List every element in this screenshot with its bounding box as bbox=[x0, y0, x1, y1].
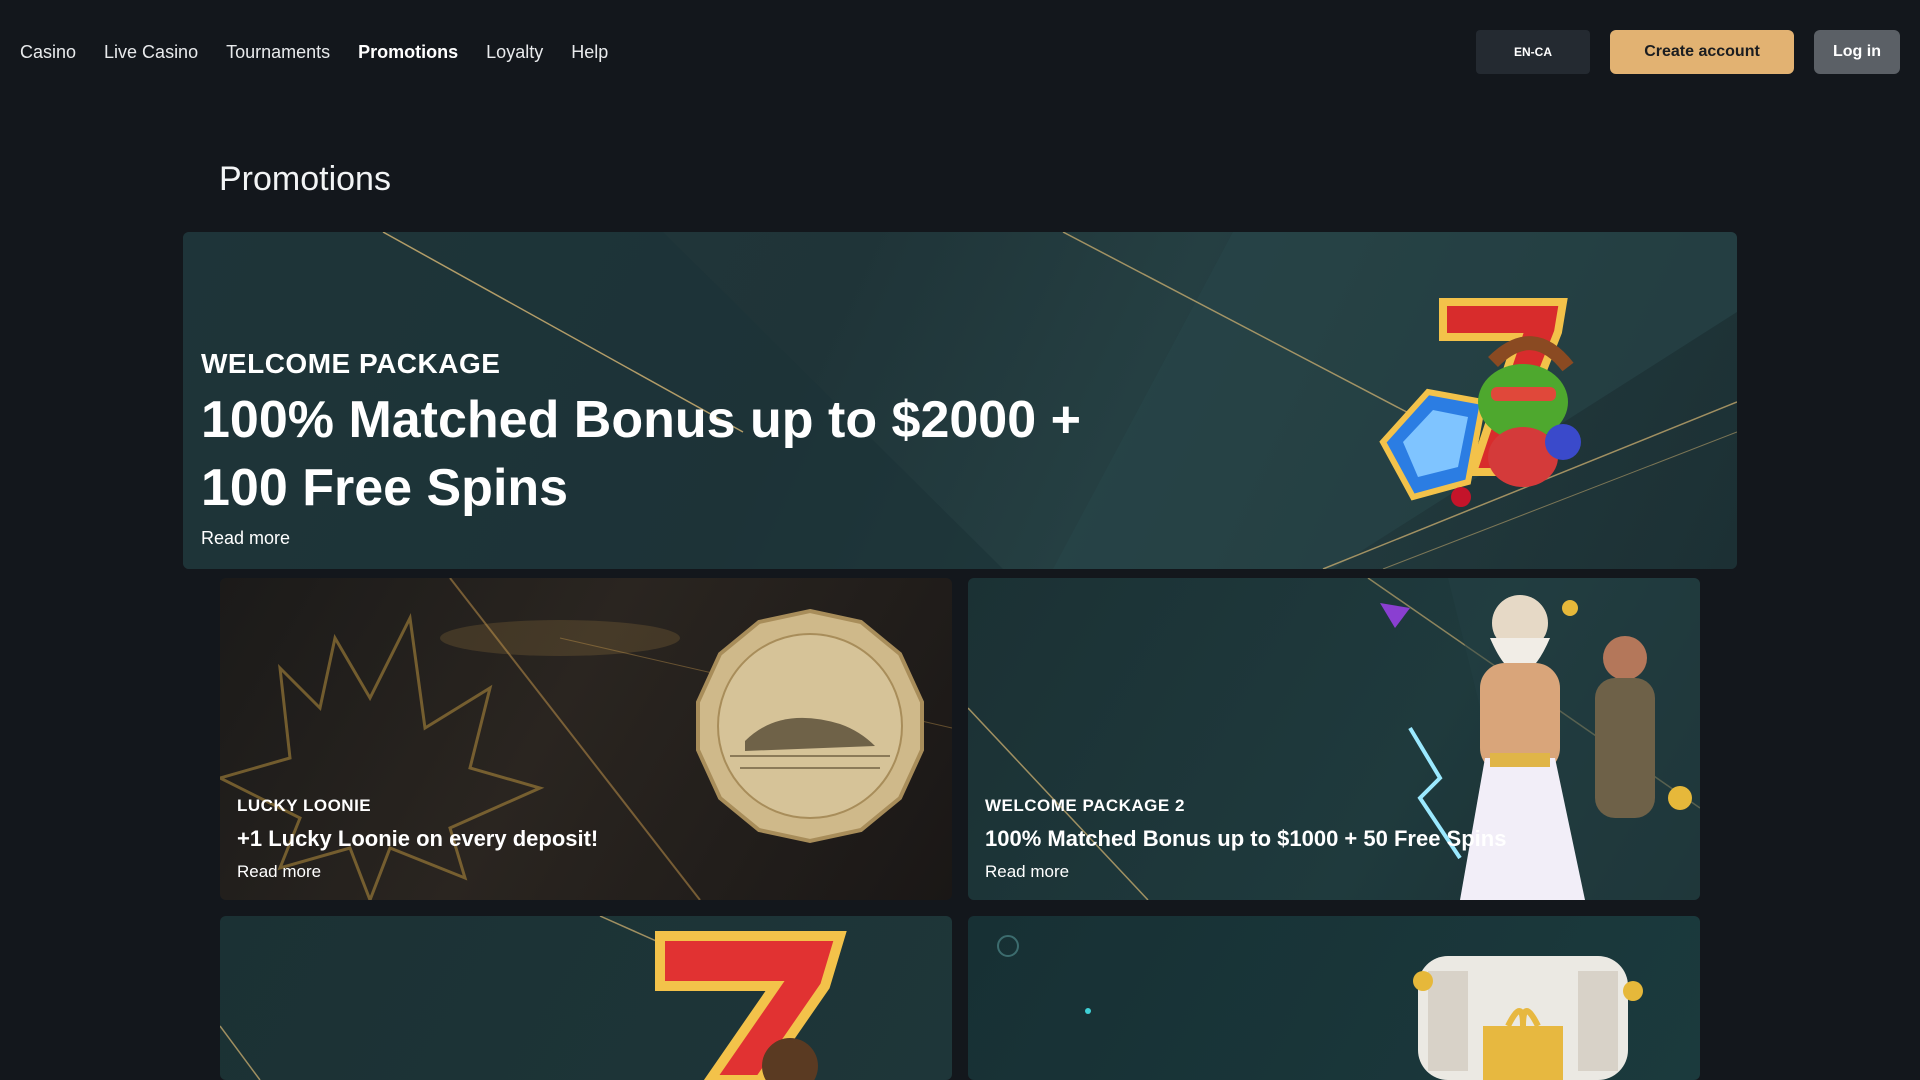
read-more-link[interactable]: Read more bbox=[237, 862, 598, 882]
nav-live-casino[interactable]: Live Casino bbox=[104, 40, 198, 64]
promo-card-welcome-package[interactable]: WELCOME PACKAGE 100% Matched Bonus up to… bbox=[183, 232, 1737, 569]
card-text: LUCKY LOONIE +1 Lucky Loonie on every de… bbox=[237, 796, 598, 882]
promo-card-welcome-package-2[interactable]: WELCOME PACKAGE 2 100% Matched Bonus up … bbox=[968, 578, 1700, 900]
promo-headline: 100% Matched Bonus up to $2000 + 100 Fre… bbox=[201, 391, 1081, 517]
page-title: Promotions bbox=[219, 160, 391, 198]
main-menu: Casino Live Casino Tournaments Promotion… bbox=[20, 40, 636, 64]
read-more-link[interactable]: Read more bbox=[201, 528, 1181, 549]
lucky-seven-image bbox=[220, 916, 847, 1080]
loonie-coin-image bbox=[696, 608, 924, 844]
read-more-link[interactable]: Read more bbox=[985, 862, 1506, 882]
promo-card-lucky-seven[interactable] bbox=[220, 916, 952, 1080]
top-navigation: Casino Live Casino Tournaments Promotion… bbox=[0, 0, 1920, 104]
slot-mascot-image bbox=[1379, 298, 1581, 507]
create-account-button[interactable]: Create account bbox=[1610, 30, 1794, 74]
promo-kicker: WELCOME PACKAGE bbox=[201, 348, 501, 379]
nav-promotions[interactable]: Promotions bbox=[358, 40, 458, 64]
promo-kicker: WELCOME PACKAGE 2 bbox=[985, 796, 1185, 815]
promo-headline: +1 Lucky Loonie on every deposit! bbox=[237, 826, 599, 851]
card-text: WELCOME PACKAGE 2 100% Matched Bonus up … bbox=[985, 796, 1506, 882]
language-selector[interactable]: EN-CA bbox=[1476, 30, 1590, 74]
promo-headline: 100% Matched Bonus up to $1000 + 50 Free… bbox=[985, 826, 1507, 851]
login-button[interactable]: Log in bbox=[1814, 30, 1900, 74]
nav-help[interactable]: Help bbox=[571, 40, 608, 64]
promo-kicker: LUCKY LOONIE bbox=[237, 796, 372, 815]
nav-loyalty[interactable]: Loyalty bbox=[486, 40, 543, 64]
promo-card-lucky-loonie[interactable]: LUCKY LOONIE +1 Lucky Loonie on every de… bbox=[220, 578, 952, 900]
nav-tournaments[interactable]: Tournaments bbox=[226, 40, 330, 64]
hero-text: WELCOME PACKAGE 100% Matched Bonus up to… bbox=[201, 348, 1181, 549]
slot-machine-gift-image bbox=[997, 935, 1643, 1080]
promo-card-slot-gift[interactable] bbox=[968, 916, 1700, 1080]
nav-casino[interactable]: Casino bbox=[20, 40, 76, 64]
